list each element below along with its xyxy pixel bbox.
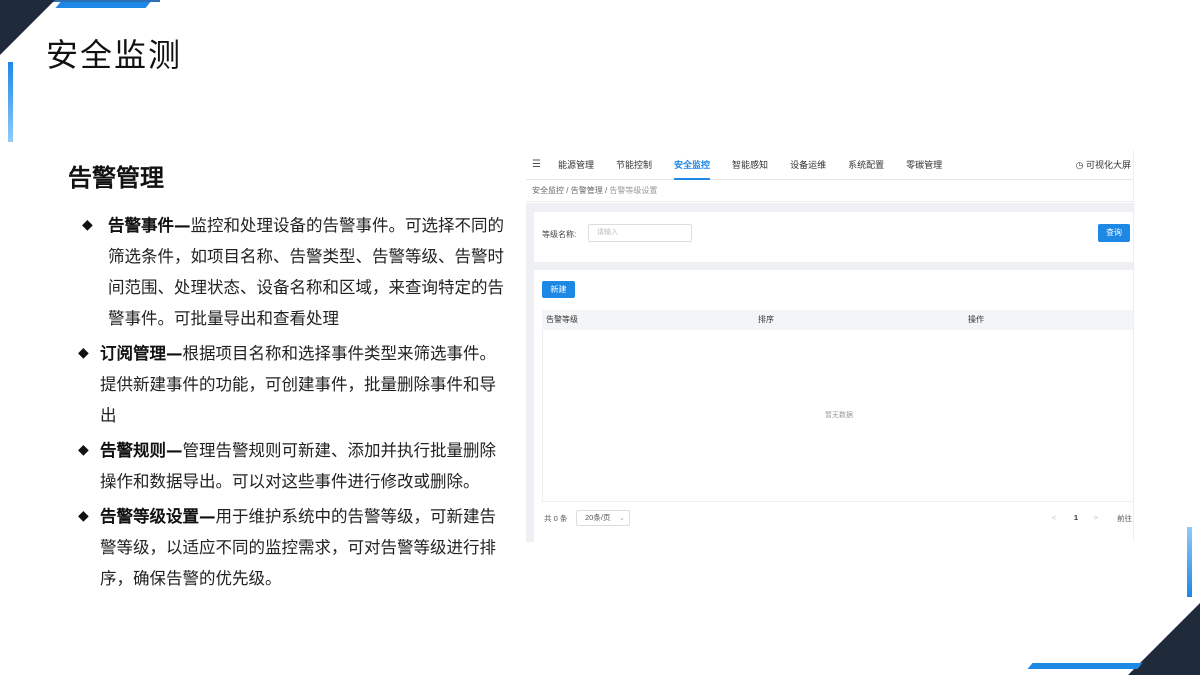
column-header-level[interactable]: 告警等级 [546, 310, 578, 330]
table-body: 暂无数据 [542, 330, 1133, 502]
chevron-down-icon: ⌄ [618, 513, 625, 522]
bullet-heading: 告警事件— [108, 216, 191, 235]
corner-stripe-decoration [55, 2, 151, 8]
new-button[interactable]: 新建 [542, 281, 575, 298]
table-panel: 新建 告警等级 排序 操作 暂无数据 共 0 条 20条/页 ⌄ < 1 > 前… [534, 270, 1133, 542]
nav-item-config[interactable]: 系统配置 [848, 150, 884, 180]
top-navigation: ☰ 能源管理 节能控制 安全监控 智能感知 设备运维 系统配置 零碳管理 ◷ 可… [526, 150, 1133, 180]
table-header: 告警等级 排序 操作 [542, 310, 1133, 330]
bigscreen-link[interactable]: ◷ 可视化大屏 [1076, 150, 1131, 180]
page-size-value: 20条/页 [585, 513, 611, 522]
bullet-item: ◆ 告警规则—管理告警规则可新建、添加并执行批量删除操作和数据导出。可以对这些事… [72, 435, 512, 497]
goto-label: 前往 [1117, 514, 1132, 523]
bullet-item: ◆ 告警事件—监控和处理设备的告警事件。可选择不同的筛选条件，如项目名称、告警类… [72, 210, 512, 334]
page-number[interactable]: 1 [1074, 513, 1078, 522]
diamond-icon: ◆ [78, 508, 89, 524]
breadcrumb-item[interactable]: 安全监控 [532, 186, 564, 195]
empty-message: 暂无数据 [825, 412, 853, 419]
menu-icon[interactable]: ☰ [532, 159, 542, 170]
section-title: 告警管理 [68, 164, 164, 192]
app-screenshot: ☰ 能源管理 节能控制 安全监控 智能感知 设备运维 系统配置 零碳管理 ◷ 可… [526, 150, 1134, 542]
breadcrumb-separator: / [566, 186, 569, 195]
nav-item-energy[interactable]: 能源管理 [558, 150, 594, 180]
total-count: 共 0 条 [544, 514, 568, 523]
prev-page-button[interactable]: < [1052, 513, 1056, 522]
bullet-item: ◆ 告警等级设置—用于维护系统中的告警等级，可新建告警等级，以适应不同的监控需求… [72, 501, 512, 594]
query-button[interactable]: 查询 [1098, 224, 1130, 242]
bullet-heading: 订阅管理— [100, 344, 183, 363]
side-stripe-decoration [1187, 527, 1192, 597]
page-size-select[interactable]: 20条/页 ⌄ [576, 510, 630, 526]
breadcrumb-item[interactable]: 告警管理 [571, 186, 603, 195]
breadcrumb-current: 告警等级设置 [609, 186, 658, 195]
corner-stripe-decoration [1027, 663, 1143, 669]
breadcrumb-separator: / [604, 186, 608, 195]
nav-item-sensing[interactable]: 智能感知 [732, 150, 768, 180]
side-stripe-decoration [8, 62, 13, 142]
bullet-list: ◆ 告警事件—监控和处理设备的告警事件。可选择不同的筛选条件，如项目名称、告警类… [72, 210, 512, 598]
nav-item-saving[interactable]: 节能控制 [616, 150, 652, 180]
column-header-order[interactable]: 排序 [758, 310, 774, 330]
nav-item-maintenance[interactable]: 设备运维 [790, 150, 826, 180]
diamond-icon: ◆ [78, 345, 89, 361]
column-header-actions: 操作 [968, 315, 984, 324]
page-title: 安全监测 [46, 36, 183, 74]
bullet-item: ◆ 订阅管理—根据项目名称和选择事件类型来筛选事件。提供新建事件的功能，可创建事… [72, 338, 512, 431]
pagination: 共 0 条 20条/页 ⌄ < 1 > 前往 [542, 510, 1133, 528]
filter-panel: 等级名称: 请输入 查询 [534, 212, 1133, 262]
nav-item-security[interactable]: 安全监控 [674, 150, 711, 180]
level-name-label: 等级名称: [542, 230, 577, 239]
diamond-icon: ◆ [82, 217, 93, 233]
nav-item-zero-carbon[interactable]: 零碳管理 [906, 150, 942, 180]
bullet-heading: 告警等级设置— [100, 507, 216, 526]
level-name-input[interactable]: 请输入 [588, 224, 692, 242]
bullet-heading: 告警规则— [100, 441, 183, 460]
diamond-icon: ◆ [78, 442, 89, 458]
breadcrumb: 安全监控 / 告警管理 / 告警等级设置 [526, 180, 1133, 202]
next-page-button[interactable]: > [1094, 513, 1098, 522]
